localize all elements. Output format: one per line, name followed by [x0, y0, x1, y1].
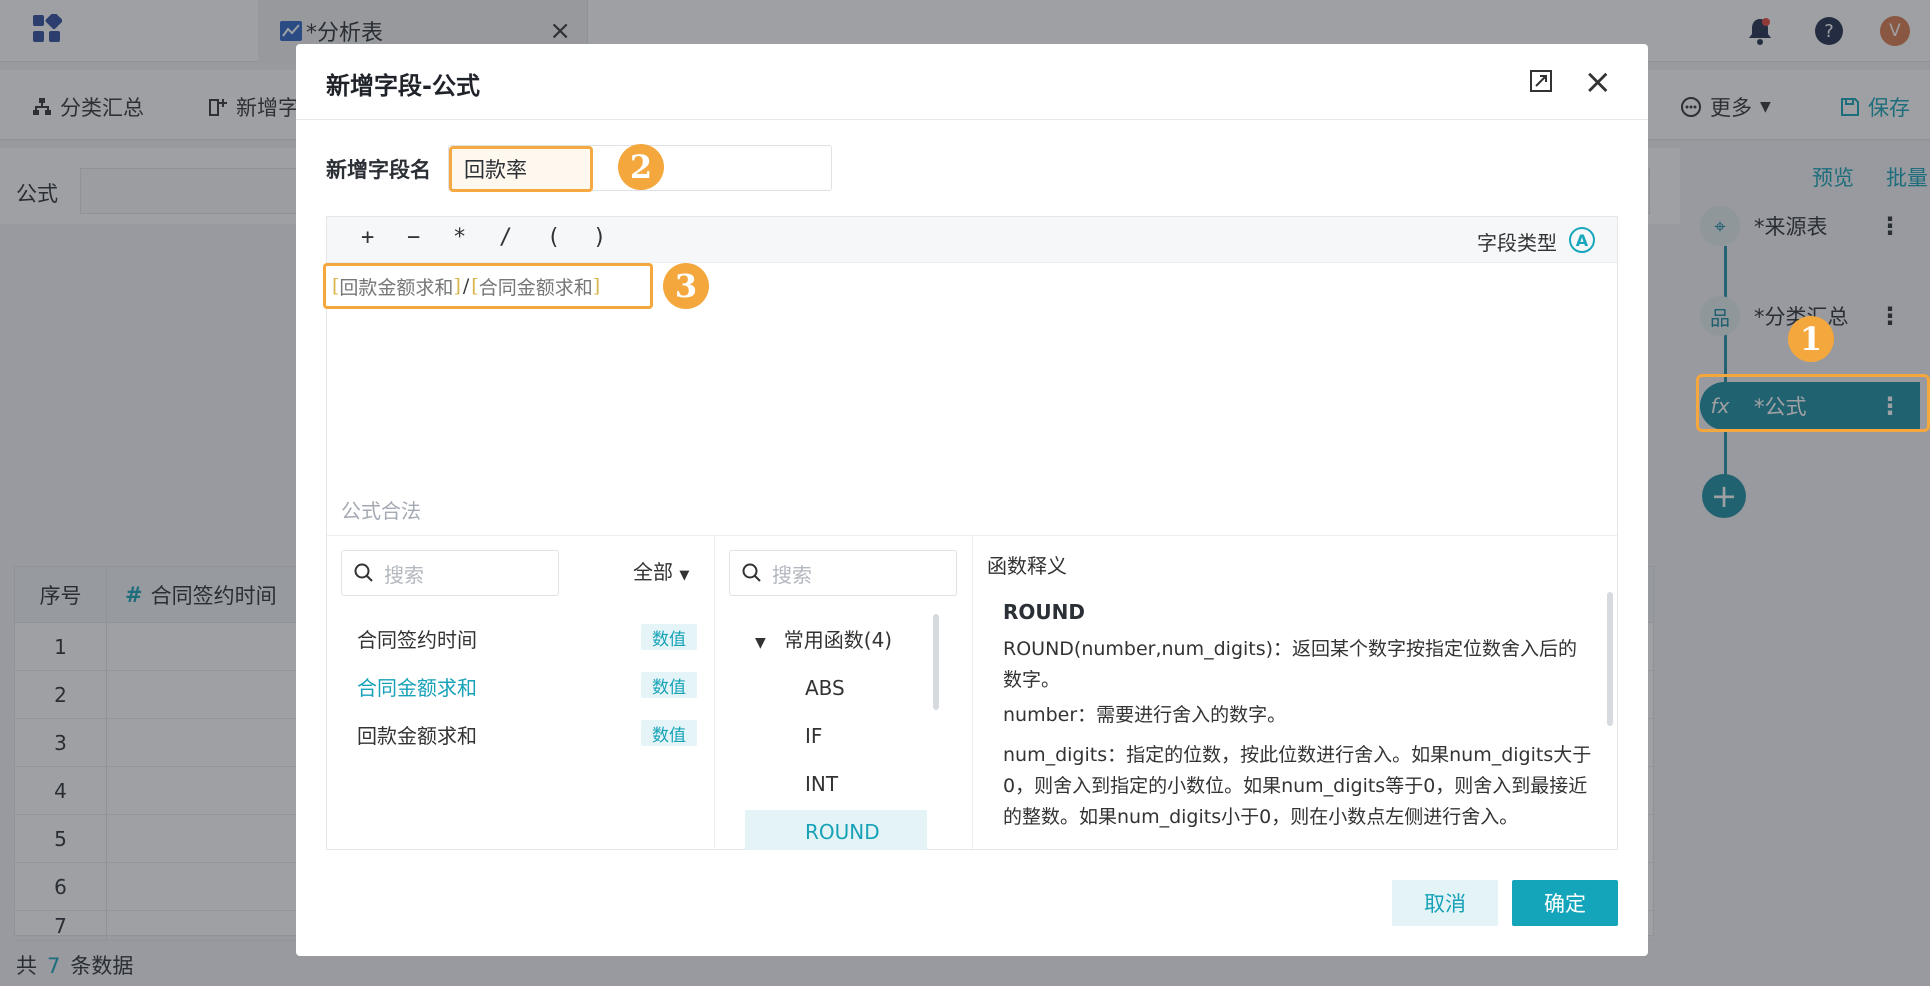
field-type-label: 字段类型	[1477, 231, 1557, 255]
step-badge-1: 1	[1788, 316, 1834, 362]
explain-line: number：需要进行舍入的数字。	[1003, 704, 1287, 726]
field-type-tag: 数值	[641, 672, 697, 698]
function-search-input[interactable]: 搜索	[729, 550, 957, 596]
step-badge-3: 3	[663, 263, 709, 309]
formula-editor: + − * / ( ) 字段类型 A [ 回款金额求和 ] / [ 合同金额求和…	[323, 216, 1619, 850]
dialog-header: 新增字段-公式 ×	[296, 44, 1648, 120]
formula-operator: /	[462, 275, 470, 297]
bracket: ]	[453, 275, 461, 297]
formula-field-2: 合同金额求和	[478, 276, 593, 299]
field-filter-label: 全部	[633, 560, 673, 584]
op-plus-button[interactable]: +	[361, 225, 374, 250]
field-item[interactable]: 合同签约时间	[357, 624, 477, 653]
operator-bar: + − * / ( ) 字段类型 A	[327, 217, 1617, 263]
function-explanation-panel: 函数释义 ROUND ROUND(number,num_digits)：返回某个…	[973, 536, 1619, 849]
field-item[interactable]: 合同金额求和	[357, 672, 477, 701]
field-filter-select[interactable]: 全部 ▼	[633, 556, 689, 585]
function-item-selected[interactable]: ROUND	[745, 810, 927, 850]
search-placeholder: 搜索	[772, 562, 812, 587]
bracket: ]	[592, 275, 601, 297]
caret-down-icon: ▼	[755, 635, 766, 651]
bracket: [	[471, 275, 479, 297]
step-highlight	[1696, 374, 1930, 432]
step-badge-2: 2	[618, 144, 664, 190]
helper-panels: 搜索 全部 ▼ 合同签约时间 数值 合同金额求和 数值 回款金额求和 数值 搜索…	[327, 535, 1619, 850]
search-icon	[354, 563, 373, 582]
explain-line: num_digits：指定的位数，按此位数进行舍入。如果num_digits大于…	[1003, 744, 1592, 828]
field-name-input[interactable]	[449, 146, 593, 192]
formula-status: 公式合法	[341, 499, 421, 523]
function-group-label: 常用函数(4)	[783, 628, 893, 652]
explain-scrollbar[interactable]	[1607, 592, 1613, 726]
op-lparen-button[interactable]: (	[547, 225, 560, 250]
caret-down-icon: ▼	[679, 568, 690, 583]
formula-dialog: 新增字段-公式 × 新增字段名 2 + − * / ( ) 字段类型 A [ 回…	[296, 44, 1648, 956]
explain-title: 函数释义	[987, 554, 1067, 578]
op-rparen-button[interactable]: )	[593, 225, 606, 250]
explain-function-name: ROUND	[1003, 600, 1085, 624]
field-name-label: 新增字段名	[326, 158, 431, 182]
op-divide-button[interactable]: /	[499, 225, 512, 250]
field-list-panel: 搜索 全部 ▼ 合同签约时间 数值 合同金额求和 数值 回款金额求和 数值	[327, 536, 715, 849]
cancel-button[interactable]: 取消	[1392, 880, 1498, 926]
function-item[interactable]: ABS	[805, 676, 845, 700]
search-placeholder: 搜索	[384, 562, 424, 587]
function-item[interactable]: IF	[805, 724, 822, 748]
formula-expression[interactable]: [ 回款金额求和 ] / [ 合同金额求和 ]	[323, 263, 653, 309]
function-item[interactable]: INT	[805, 772, 838, 796]
field-type-tag: 数值	[641, 720, 697, 746]
confirm-button[interactable]: 确定	[1512, 880, 1618, 926]
search-icon	[742, 563, 761, 582]
expand-icon[interactable]	[1528, 68, 1554, 94]
function-list-scrollbar[interactable]	[933, 614, 939, 710]
bracket: [	[332, 275, 340, 297]
op-minus-button[interactable]: −	[407, 225, 420, 250]
field-search-input[interactable]: 搜索	[341, 550, 559, 596]
close-icon[interactable]: ×	[1584, 62, 1613, 102]
formula-field-1: 回款金额求和	[339, 276, 454, 299]
field-item[interactable]: 回款金额求和	[357, 720, 477, 749]
field-type-icon[interactable]: A	[1569, 227, 1595, 253]
function-list-panel: 搜索 ▼ 常用函数(4) ABS IF INT ROUND	[715, 536, 973, 850]
explain-line: ROUND(number,num_digits)：返回某个数字按指定位数舍入后的…	[1003, 638, 1578, 691]
op-multiply-button[interactable]: *	[453, 225, 466, 250]
field-type-tag: 数值	[641, 624, 697, 650]
dialog-title: 新增字段-公式	[326, 72, 480, 100]
function-group[interactable]: ▼ 常用函数(4)	[755, 624, 892, 653]
